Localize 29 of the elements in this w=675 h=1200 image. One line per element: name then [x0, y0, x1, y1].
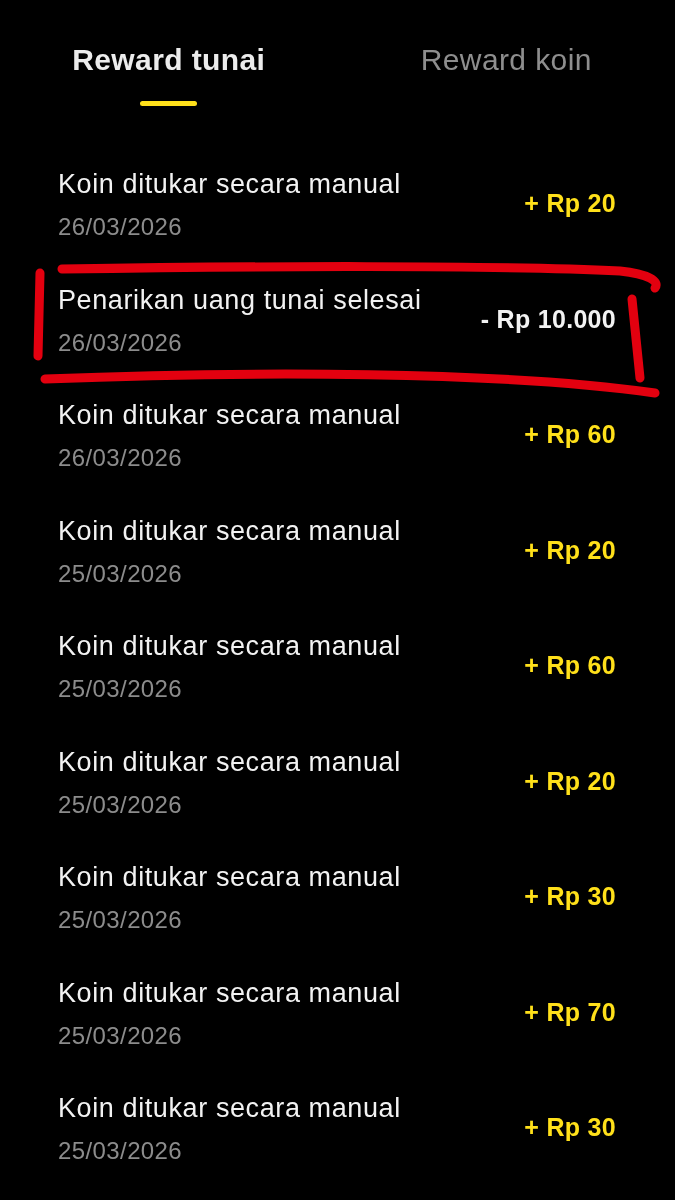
- transaction-amount: + Rp 60: [524, 419, 616, 450]
- transaction-amount: + Rp 20: [524, 188, 616, 219]
- transaction-date: 25/03/2026: [58, 789, 184, 820]
- transaction-title: Koin ditukar secara manual: [58, 630, 401, 662]
- transaction-amount: + Rp 20: [524, 534, 616, 566]
- transaction-amount: + Rp 60: [524, 650, 616, 681]
- transaction-amount: + Rp 20: [524, 765, 616, 797]
- transaction-amount: + Rp 30: [524, 1112, 616, 1143]
- transaction-title: Koin ditukar secara manual: [58, 514, 401, 547]
- transaction-title: Koin ditukar secara manual: [58, 976, 401, 1009]
- transaction-title: Koin ditukar secara manual: [58, 745, 401, 778]
- tab[interactable]: Reward tunai: [72, 42, 266, 107]
- transaction-title: Penarikan uang tunai selesai: [58, 283, 422, 316]
- transaction-date: 25/03/2026: [58, 1020, 184, 1051]
- transaction-date: 25/03/2026: [58, 674, 184, 704]
- transaction-amount: + Rp 30: [524, 881, 616, 912]
- transaction-title: Koin ditukar secara manual: [58, 1092, 401, 1124]
- transaction-date: 25/03/2026: [58, 1136, 184, 1166]
- tab[interactable]: Reward koin: [420, 42, 592, 107]
- transaction-date: 25/03/2026: [58, 905, 184, 935]
- transaction-title: Koin ditukar secara manual: [58, 168, 401, 200]
- transaction-title: Koin ditukar secara manual: [58, 399, 401, 431]
- transaction-date: 26/03/2026: [58, 443, 184, 473]
- transaction-amount: - Rp 10.000: [480, 303, 616, 335]
- transaction-date: 26/03/2026: [58, 212, 184, 242]
- transaction-date: 25/03/2026: [58, 558, 184, 589]
- transaction-amount: + Rp 70: [524, 996, 616, 1028]
- transaction-title: Koin ditukar secara manual: [58, 861, 401, 893]
- transaction-date: 26/03/2026: [58, 327, 184, 358]
